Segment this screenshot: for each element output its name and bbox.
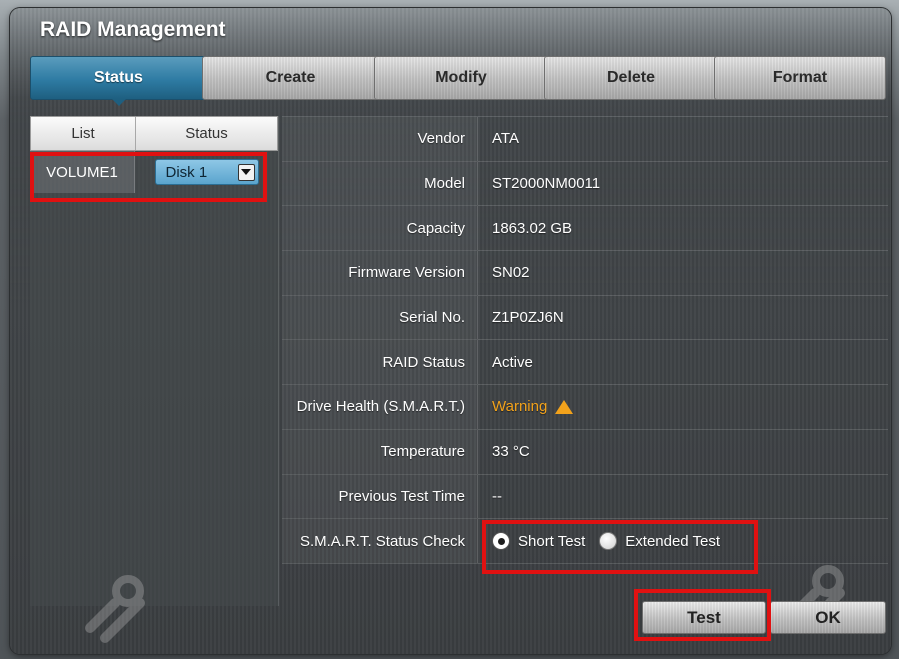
detail-value: SN02: [492, 264, 530, 282]
highlight-box-test: [634, 589, 771, 641]
detail-label: Capacity: [282, 206, 478, 251]
detail-label: Previous Test Time: [282, 474, 478, 519]
health-warning: Warning: [492, 398, 574, 416]
detail-row-capacity: Capacity 1863.02 GB: [282, 206, 888, 252]
detail-value: Z1P0ZJ6N: [492, 309, 564, 327]
detail-label: S.M.A.R.T. Status Check: [282, 519, 478, 563]
detail-label: Vendor: [282, 117, 478, 161]
list-column-header: List: [31, 117, 136, 150]
detail-value: ST2000NM0011: [492, 175, 601, 193]
detail-label: Serial No.: [282, 295, 478, 340]
warning-icon: [555, 399, 574, 414]
detail-value: ATA: [492, 130, 519, 148]
detail-row-temperature: Temperature 33 °C: [282, 429, 888, 475]
detail-row-serial: Serial No. Z1P0ZJ6N: [282, 295, 888, 341]
watermark-logo-icon: [85, 575, 145, 643]
detail-value: 1863.02 GB: [492, 219, 573, 237]
health-warning-text: Warning: [492, 398, 548, 416]
detail-value: Active: [492, 353, 533, 371]
detail-row-firmware: Firmware Version SN02: [282, 251, 888, 296]
highlight-box-volume: [30, 152, 267, 202]
raid-management-window: RAID Management Status Create Modify Del…: [10, 8, 891, 654]
status-column-header: Status: [185, 125, 228, 142]
detail-row-model: Model ST2000NM0011: [282, 161, 888, 207]
detail-label: Model: [282, 161, 478, 206]
tab-create[interactable]: Create: [202, 56, 379, 100]
detail-label: Firmware Version: [282, 251, 478, 295]
tab-format[interactable]: Format: [714, 56, 886, 100]
detail-label: RAID Status: [282, 340, 478, 385]
tab-status[interactable]: Status: [30, 56, 207, 106]
list-header: List Status: [30, 116, 278, 151]
detail-row-raid-status: RAID Status Active: [282, 340, 888, 386]
detail-label: Drive Health (S.M.A.R.T.): [282, 385, 478, 429]
detail-row-vendor: Vendor ATA: [282, 117, 888, 162]
detail-value: --: [492, 487, 502, 505]
detail-row-previous-test: Previous Test Time --: [282, 474, 888, 520]
detail-value: 33 °C: [492, 443, 530, 461]
window-title: RAID Management: [40, 18, 226, 41]
highlight-box-smart-options: [482, 520, 758, 574]
detail-label: Temperature: [282, 429, 478, 474]
tab-bar: Status Create Modify Delete Format: [30, 56, 886, 106]
tab-delete[interactable]: Delete: [544, 56, 718, 100]
ok-button[interactable]: OK: [770, 601, 886, 634]
detail-row-drive-health: Drive Health (S.M.A.R.T.) Warning: [282, 385, 888, 430]
tab-modify[interactable]: Modify: [374, 56, 548, 100]
